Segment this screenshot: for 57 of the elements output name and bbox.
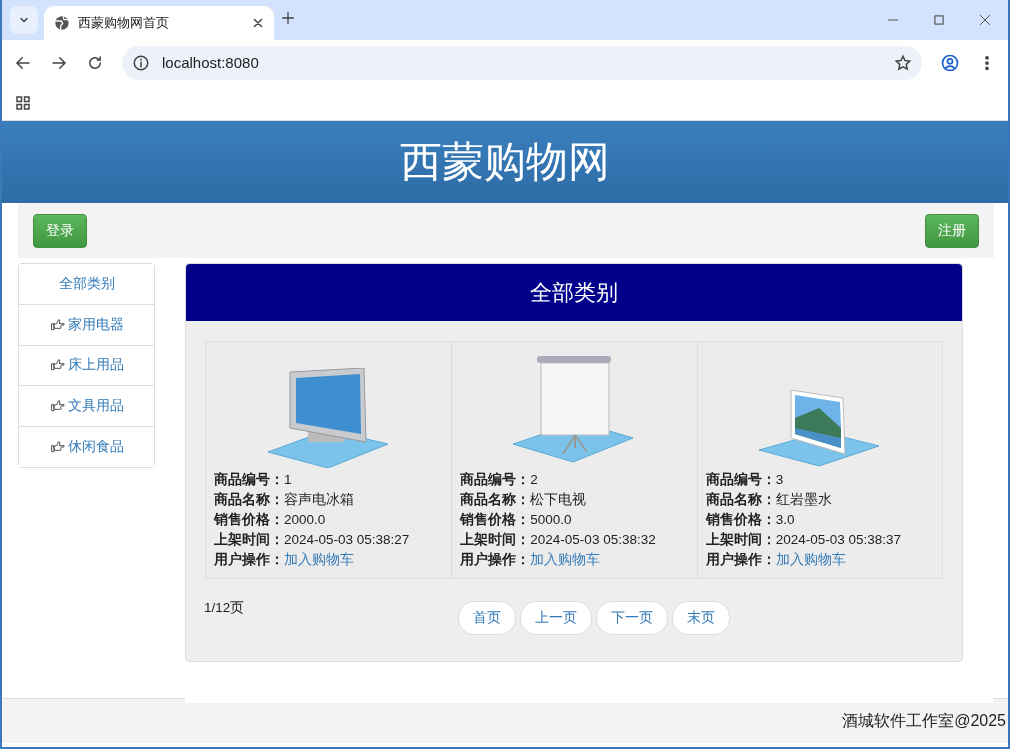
add-to-cart-link[interactable]: 加入购物车 <box>284 552 354 567</box>
star-icon[interactable] <box>894 53 912 72</box>
category-item[interactable]: 休闲食品 <box>19 426 154 467</box>
panel-title: 全部类别 <box>530 278 618 307</box>
field-label: 销售价格： <box>214 512 284 527</box>
close-icon[interactable] <box>978 13 992 27</box>
field-value: 2000.0 <box>284 512 326 527</box>
register-button[interactable]: 注册 <box>925 213 979 248</box>
reload-icon[interactable] <box>86 53 104 72</box>
pager-button[interactable]: 上一页 <box>520 601 593 635</box>
field-label: 商品名称： <box>705 492 776 507</box>
add-to-cart-link[interactable]: 加入购物车 <box>775 552 846 567</box>
field-value: 3.0 <box>775 512 795 527</box>
field-label: 商品编号： <box>705 472 776 487</box>
pointing-hand-icon <box>49 316 66 333</box>
field-label: 用户操作： <box>705 552 776 567</box>
field-label: 上架时间： <box>460 532 531 547</box>
tab-title: 西蒙购物网首页 <box>78 14 170 32</box>
field-label: 销售价格： <box>460 512 531 527</box>
field-label: 商品编号： <box>214 472 284 487</box>
field-label: 用户操作： <box>460 552 531 567</box>
field-label: 用户操作： <box>214 552 284 567</box>
monitor-icon <box>267 368 390 468</box>
address-bar[interactable]: localhost:8080 <box>122 45 922 80</box>
field-value: 2 <box>530 472 538 487</box>
apps-icon[interactable] <box>14 93 32 112</box>
maximize-icon[interactable] <box>932 13 946 27</box>
login-button[interactable]: 登录 <box>33 213 87 248</box>
field-value: 红岩墨水 <box>775 492 832 507</box>
browser-tab[interactable]: 西蒙购物网首页 <box>44 6 274 40</box>
globe-icon <box>54 15 70 31</box>
field-value: 2024-05-03 05:38:37 <box>775 532 901 547</box>
field-value: 3 <box>775 472 784 487</box>
pager-button[interactable]: 末页 <box>672 601 731 635</box>
field-label: 商品名称： <box>460 492 531 507</box>
field-value: 5000.0 <box>530 512 572 527</box>
site-title: 西蒙购物网 <box>400 137 610 187</box>
field-value: 2024-05-03 05:38:27 <box>284 532 410 547</box>
info-icon[interactable] <box>132 53 150 72</box>
pager-button[interactable]: 下一页 <box>596 601 669 635</box>
pager-button[interactable]: 首页 <box>458 601 517 635</box>
profile-icon[interactable] <box>940 52 960 73</box>
field-label: 销售价格： <box>705 512 776 527</box>
field-label: 上架时间： <box>214 532 284 547</box>
field-label: 商品名称： <box>214 492 284 507</box>
picture-frame-icon <box>758 388 881 468</box>
close-icon[interactable] <box>252 17 264 29</box>
page-info: 1/12页 <box>204 599 245 617</box>
field-value: 1 <box>284 472 292 487</box>
field-value: 2024-05-03 05:38:32 <box>530 532 656 547</box>
field-value: 松下电视 <box>530 492 587 507</box>
new-tab-icon[interactable] <box>280 10 296 26</box>
field-label: 上架时间： <box>705 532 776 547</box>
footer-text: 酒城软件工作室@2025 <box>842 710 1006 731</box>
field-value: 容声电冰箱 <box>284 492 354 507</box>
add-to-cart-link[interactable]: 加入购物车 <box>530 552 601 567</box>
field-label: 商品编号： <box>460 472 531 487</box>
